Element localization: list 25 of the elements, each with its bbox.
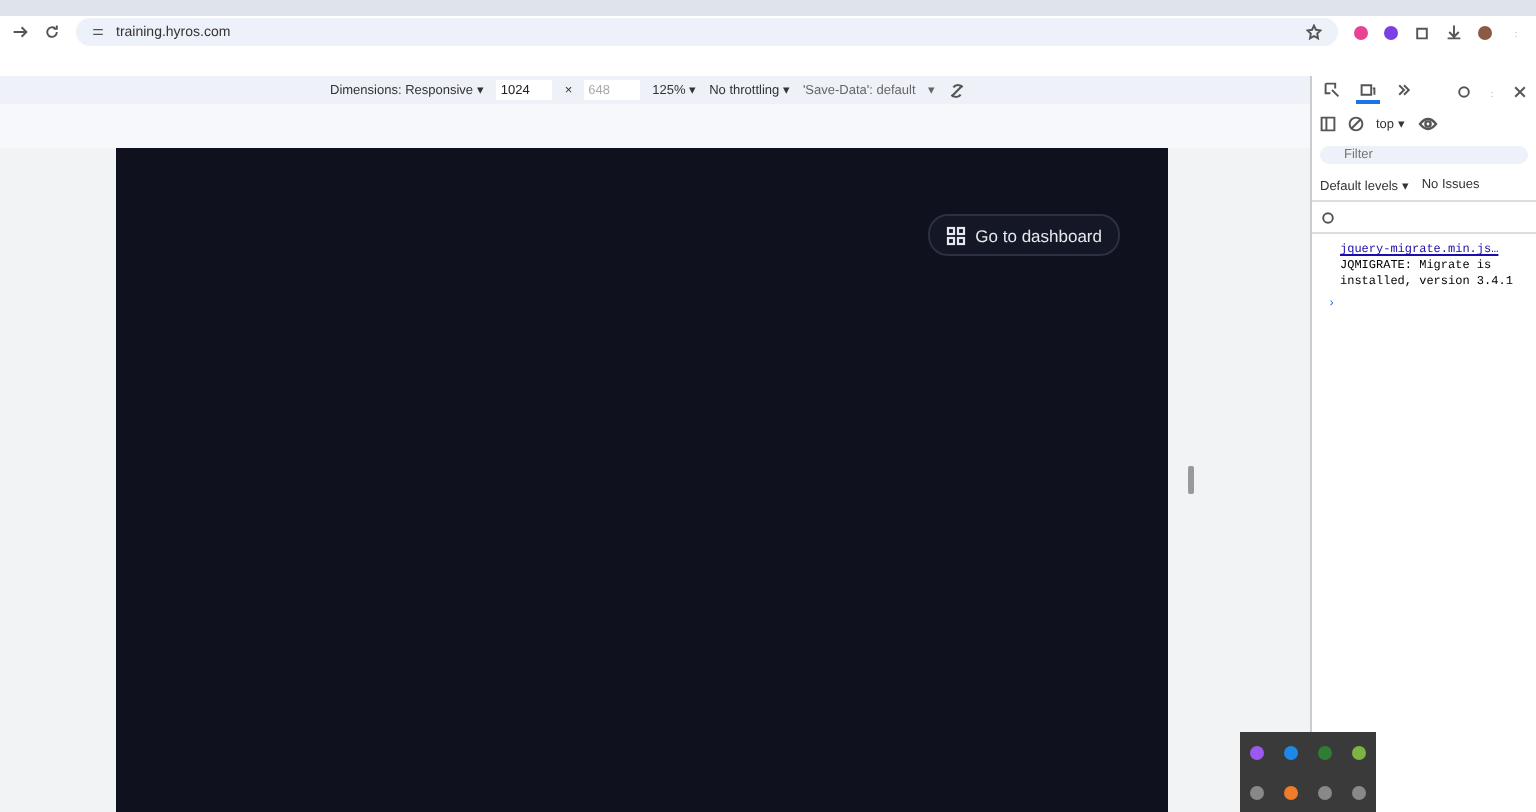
extension-icon[interactable] (1354, 25, 1368, 39)
inspect-icon (1324, 82, 1340, 98)
avatar-icon[interactable] (1478, 25, 1492, 39)
dashboard-button[interactable]: Go to dashboard (927, 214, 1120, 256)
device-toggle-icon (1360, 82, 1376, 98)
reload-icon[interactable] (44, 24, 60, 40)
resize-handle[interactable] (1188, 466, 1194, 494)
chevrons-icon (1396, 82, 1412, 98)
app-icon[interactable] (1250, 785, 1264, 799)
sidebar-icon[interactable] (1320, 116, 1336, 132)
grid-icon (945, 225, 966, 245)
extension-icon[interactable] (1384, 25, 1398, 39)
forward-icon[interactable] (12, 24, 28, 40)
download-icon[interactable] (1446, 24, 1462, 40)
app-icon[interactable] (1318, 785, 1332, 799)
app-icon[interactable] (1352, 785, 1366, 799)
app-icon[interactable] (1352, 745, 1366, 759)
app-icon[interactable] (1250, 745, 1264, 759)
eye-icon[interactable] (1417, 114, 1438, 134)
site-settings-icon[interactable] (92, 26, 104, 38)
devtools-tab[interactable] (1356, 80, 1380, 104)
app-icon[interactable] (1284, 785, 1298, 799)
close-icon[interactable] (1512, 84, 1528, 100)
star-icon[interactable] (1306, 24, 1322, 40)
clear-icon[interactable] (1348, 116, 1364, 132)
